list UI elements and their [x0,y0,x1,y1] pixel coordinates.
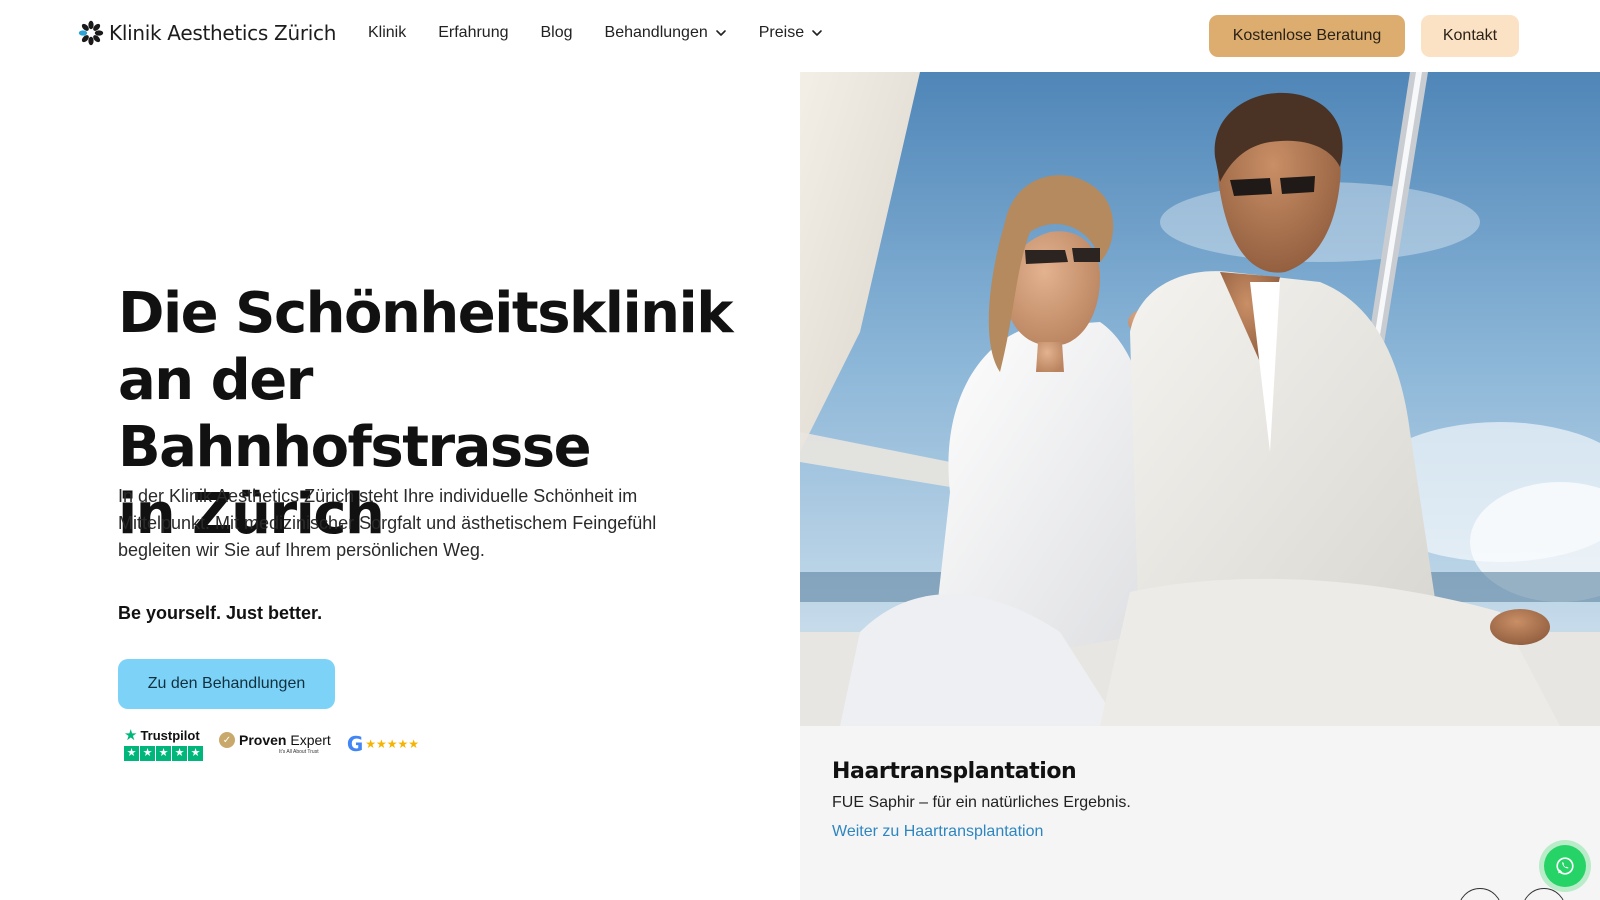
rating-star-icon: ★ [140,746,155,761]
nav-label: Erfahrung [438,24,509,41]
nav-item-behandlungen[interactable]: Behandlungen [605,24,727,42]
main-nav: Klinik Erfahrung Blog Behandlungen Preis… [368,24,823,42]
trustpilot-label: Trustpilot [140,727,200,743]
logo-mark-icon [78,20,104,46]
trustpilot-rating: ★ ★ ★ ★ ★ [124,746,203,761]
rating-star-icon: ★ [156,746,171,761]
nav-item-klinik[interactable]: Klinik [368,24,406,42]
whatsapp-button[interactable] [1539,840,1591,892]
trust-badges: ★ Trustpilot ★ ★ ★ ★ ★ ✓ Proven Expert I… [124,726,419,761]
logo-text: Klinik Aesthetics Zürich [109,21,337,45]
card-link[interactable]: Weiter zu Haartransplantation [832,823,1043,841]
rating-star-icon: ★ [124,746,139,761]
card-title: Haartransplantation [832,759,1077,784]
trustpilot-star-icon: ★ [124,727,138,744]
google-stars: ★★★★★ [365,736,420,751]
whatsapp-button-inner [1544,845,1586,887]
hero-title-line: an der Bahnhofstrasse [118,348,592,480]
hero-tagline: Be yourself. Just better. [118,603,323,623]
chevron-down-icon [812,30,822,36]
google-g-icon: G [346,731,364,756]
nav-item-erfahrung[interactable]: Erfahrung [438,24,508,42]
card-subtitle: FUE Saphir – für ein natürliches Ergebni… [832,794,1131,811]
nav-label: Behandlungen [604,24,708,41]
whatsapp-icon [1556,857,1574,875]
nav-label: Klinik [368,24,407,41]
logo[interactable]: Klinik Aesthetics Zürich [78,20,336,46]
nav-label: Preise [758,24,805,41]
treatment-card: Haartransplantation FUE Saphir – für ein… [800,726,1600,900]
contact-button[interactable]: Kontakt [1421,15,1519,57]
proven-expert-badge[interactable]: ✓ Proven Expert It's All About Trust [219,732,331,755]
nav-item-blog[interactable]: Blog [541,24,573,42]
google-rating-badge[interactable]: G ★★★★★ [347,732,419,756]
rating-star-icon: ★ [172,746,187,761]
trustpilot-badge[interactable]: ★ Trustpilot ★ ★ ★ ★ ★ [124,726,203,761]
free-consultation-button[interactable]: Kostenlose Beratung [1209,15,1405,57]
treatments-button[interactable]: Zu den Behandlungen [118,659,335,709]
proven-expert-sub: It's All About Trust [279,749,319,755]
hero-photo-couple [800,72,1600,726]
hero-title-line: Die Schönheitsklinik [118,281,733,346]
nav-label: Blog [540,24,573,41]
nav-item-preise[interactable]: Preise [759,24,823,42]
hero-image [800,72,1600,726]
rating-star-icon: ★ [188,746,203,761]
check-icon: ✓ [219,732,235,748]
proven-expert-label: Proven Expert [239,732,331,748]
chevron-down-icon [715,30,726,36]
hero-lead: In der Klinik Aesthetics Zürich steht Ih… [118,486,657,560]
site-header: Klinik Aesthetics Zürich Klinik Erfahrun… [0,0,1600,72]
